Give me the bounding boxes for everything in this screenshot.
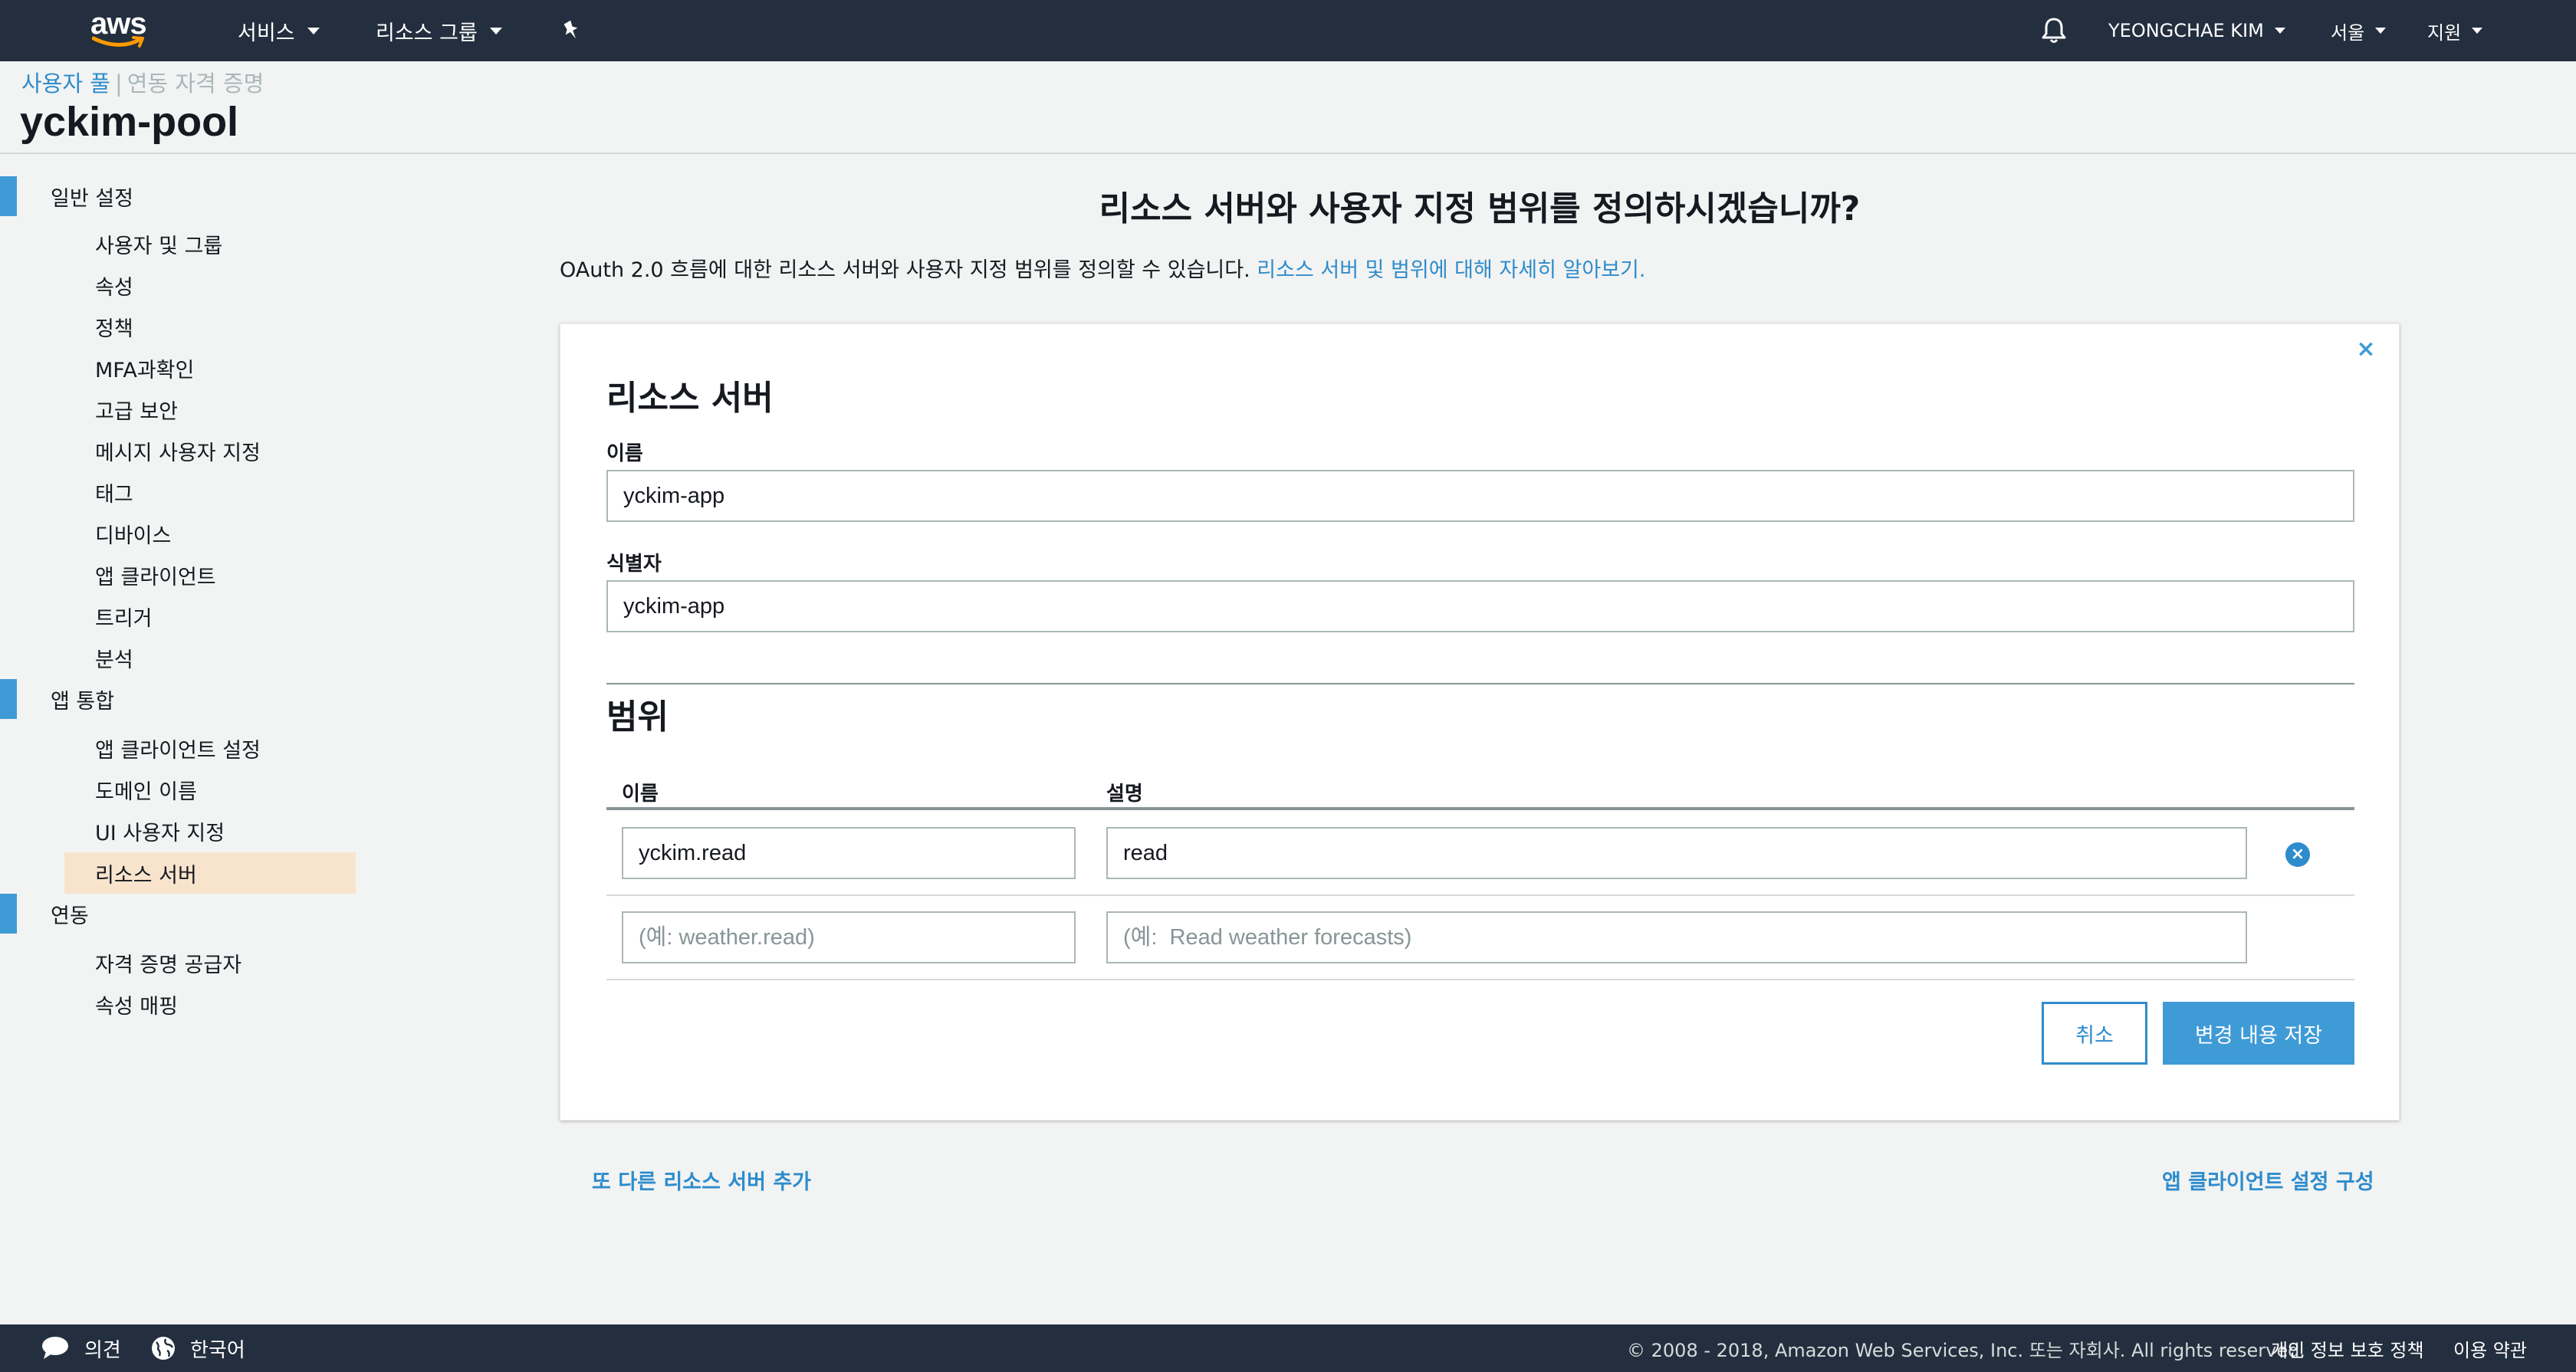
support-menu[interactable]: 지원 (2427, 0, 2483, 61)
resource-server-identifier-field[interactable] (606, 580, 2354, 632)
page-title: yckim-pool (20, 99, 239, 145)
section-indicator (0, 679, 17, 719)
add-another-resource-server-link[interactable]: 또 다른 리소스 서버 추가 (592, 1165, 811, 1195)
globe-icon (152, 1337, 175, 1360)
top-navigation-bar: aws 서비스 리소스 그룹 YEONGCHAE KIM 서울 지원 (0, 0, 2576, 61)
section-indicator (0, 894, 17, 934)
scope-name-field[interactable] (622, 827, 1076, 879)
sidebar-section-general-settings[interactable]: 일반 설정 (0, 176, 133, 216)
sidebar-section-app-integration[interactable]: 앱 통합 (0, 679, 114, 719)
sidebar-item-domain-name[interactable]: 도메인 이름 (95, 774, 197, 805)
resource-server-name-field[interactable] (606, 470, 2354, 522)
section-divider (606, 683, 2354, 684)
scope-description-field[interactable] (1106, 827, 2247, 879)
federated-identities-tab[interactable]: 연동 자격 증명 (127, 71, 264, 97)
configure-app-client-settings-link[interactable]: 앱 클라이언트 설정 구성 (2162, 1165, 2374, 1195)
close-icon[interactable]: × (2356, 338, 2376, 361)
sidebar-item-app-client-settings[interactable]: 앱 클라이언트 설정 (95, 733, 261, 763)
chevron-down-icon (307, 27, 320, 34)
bell-icon[interactable] (2041, 0, 2067, 61)
table-header-divider (606, 807, 2354, 810)
sidebar-item-ui-customization[interactable]: UI 사용자 지정 (95, 816, 225, 846)
user-pool-tab[interactable]: 사용자 풀 (21, 71, 110, 97)
sidebar-item-analytics[interactable]: 분석 (95, 642, 133, 673)
breadcrumb-separator: | (114, 71, 123, 97)
resource-groups-menu[interactable]: 리소스 그룹 (376, 0, 502, 61)
sidebar-item-attribute-mapping[interactable]: 속성 매핑 (95, 989, 178, 1019)
resource-server-card: × 리소스 서버 이름 식별자 범위 이름 설명 × 취소 변경 내용 저장 (560, 323, 2400, 1121)
sidebar-item-policies[interactable]: 정책 (95, 311, 133, 342)
sidebar-item-attributes[interactable]: 속성 (95, 270, 133, 300)
sidebar-item-advanced-security[interactable]: 고급 보안 (95, 394, 178, 425)
header-divider (0, 153, 2576, 154)
sidebar-item-triggers[interactable]: 트리거 (95, 601, 153, 632)
cancel-button[interactable]: 취소 (2042, 1002, 2147, 1065)
sidebar-item-message-customizations[interactable]: 메시지 사용자 지정 (95, 435, 261, 466)
account-menu[interactable]: YEONGCHAE KIM (2108, 0, 2285, 61)
table-row-divider (606, 894, 2354, 896)
feedback-button[interactable]: 의견 (40, 1324, 121, 1372)
speech-bubble-icon (42, 1337, 68, 1359)
scope-name-column-header: 이름 (622, 783, 659, 806)
footer: 의견 한국어 © 2008 - 2018, Amazon Web Service… (0, 1324, 2576, 1372)
main-heading: 리소스 서버와 사용자 지정 범위를 정의하시겠습니까? (1099, 189, 1861, 228)
resource-server-heading: 리소스 서버 (606, 379, 774, 418)
identifier-label: 식별자 (606, 553, 662, 576)
pin-icon[interactable] (561, 0, 581, 61)
new-scope-description-field[interactable] (1106, 911, 2247, 963)
sidebar-item-identity-providers[interactable]: 자격 증명 공급자 (95, 947, 242, 978)
language-selector[interactable]: 한국어 (150, 1324, 245, 1372)
sidebar-item-mfa-verification[interactable]: MFA과확인 (95, 353, 194, 383)
aws-smile-icon (92, 36, 144, 48)
sidebar-item-app-clients[interactable]: 앱 클라이언트 (95, 560, 216, 590)
sidebar-item-resource-servers[interactable]: 리소스 서버 (64, 852, 356, 894)
terms-of-use-link[interactable]: 이용 약관 (2453, 1324, 2527, 1372)
chevron-down-icon (2274, 28, 2285, 34)
sidebar-section-federation[interactable]: 연동 (0, 894, 89, 934)
chevron-down-icon (2375, 28, 2387, 34)
aws-logo[interactable]: aws (90, 8, 159, 52)
new-scope-name-field[interactable] (622, 911, 1076, 963)
name-label: 이름 (606, 442, 643, 465)
sidebar-item-tags[interactable]: 태그 (95, 477, 133, 507)
region-menu[interactable]: 서울 (2331, 0, 2387, 61)
scope-description-column-header: 설명 (1106, 783, 1143, 806)
copyright-text: © 2008 - 2018, Amazon Web Services, Inc.… (1627, 1339, 2306, 1361)
remove-scope-icon[interactable]: × (2285, 842, 2310, 867)
privacy-policy-link[interactable]: 개인 정보 보호 정책 (2271, 1324, 2424, 1372)
sidebar-item-users-and-groups[interactable]: 사용자 및 그룹 (95, 228, 222, 259)
breadcrumb: 사용자 풀 | 연동 자격 증명 (21, 66, 264, 98)
sidebar-item-devices[interactable]: 디바이스 (95, 518, 171, 549)
save-changes-button[interactable]: 변경 내용 저장 (2163, 1002, 2354, 1065)
scopes-heading: 범위 (606, 697, 669, 737)
services-menu[interactable]: 서비스 (238, 0, 320, 61)
chevron-down-icon (489, 27, 502, 34)
chevron-down-icon (2472, 28, 2483, 34)
section-indicator (0, 176, 17, 216)
main-description: OAuth 2.0 흐름에 대한 리소스 서버와 사용자 지정 범위를 정의할 … (560, 258, 1646, 282)
learn-more-link[interactable]: 리소스 서버 및 범위에 대해 자세히 알아보기. (1257, 258, 1645, 282)
table-row-divider (606, 979, 2354, 980)
